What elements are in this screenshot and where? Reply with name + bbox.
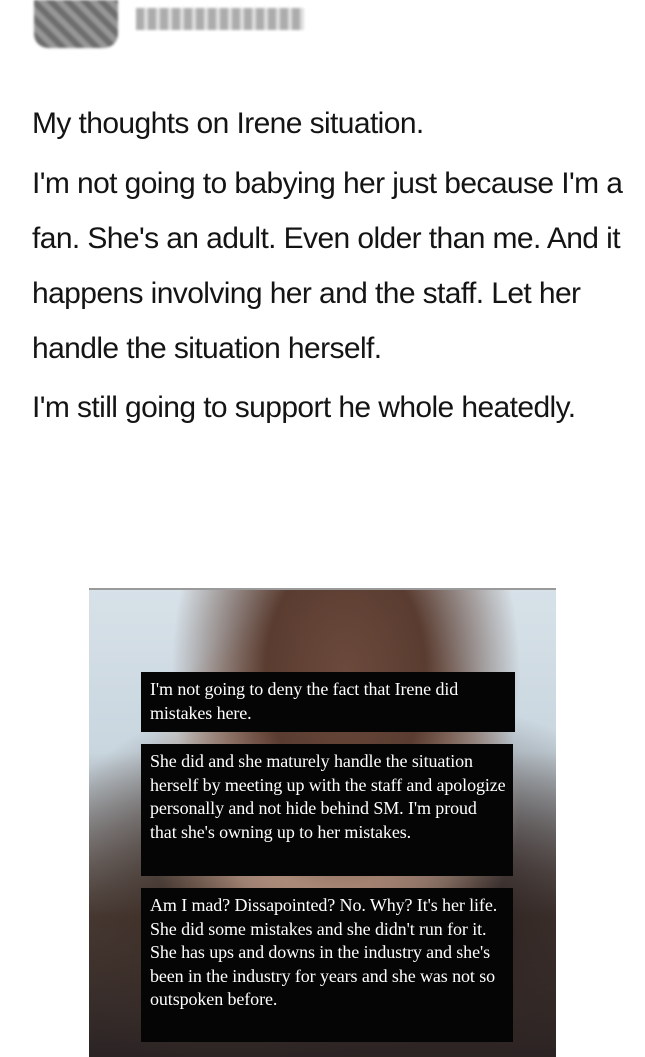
tweet-paragraph: I'm still going to support he whole heat… — [32, 391, 576, 424]
caption-box: Am I mad? Dissapointed? No. Why? It's he… — [141, 888, 513, 1042]
attached-image[interactable]: I'm not going to deny the fact that Iren… — [89, 588, 556, 1057]
caption-box: I'm not going to deny the fact that Iren… — [141, 672, 515, 732]
tweet-paragraph: I'm not going to babying her just becaus… — [32, 167, 623, 365]
username-blurred[interactable] — [136, 8, 304, 30]
tweet-header — [0, 0, 645, 64]
caption-box: She did and she maturely handle the situ… — [141, 744, 513, 876]
tweet-text: My thoughts on Irene situation. I'm not … — [32, 96, 632, 435]
avatar[interactable] — [34, 0, 118, 48]
tweet-paragraph: My thoughts on Irene situation. — [32, 107, 424, 140]
